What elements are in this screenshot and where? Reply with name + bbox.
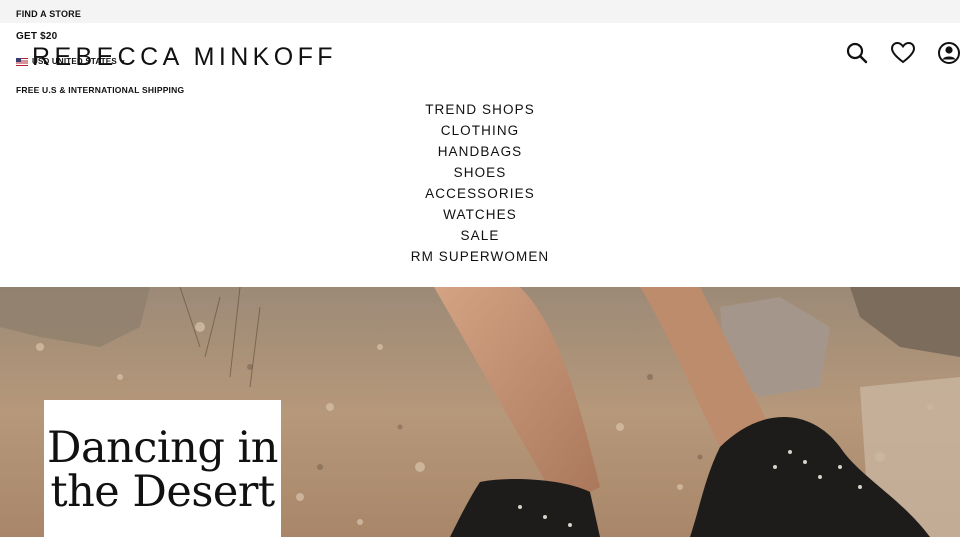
hero-promo-card[interactable]: Dancing in the Desert bbox=[44, 400, 281, 537]
find-a-store-link[interactable]: FIND A STORE bbox=[16, 9, 81, 19]
nav-item-accessories[interactable]: ACCESSORIES bbox=[425, 183, 535, 204]
nav-item-rm-superwomen[interactable]: RM SUPERWOMEN bbox=[411, 246, 550, 267]
hero-banner[interactable]: Dancing in the Desert bbox=[0, 287, 960, 537]
nav-item-watches[interactable]: WATCHES bbox=[443, 204, 517, 225]
us-flag-icon bbox=[16, 57, 28, 66]
locale-selector[interactable]: USD UNITED STATES ▾ bbox=[16, 57, 125, 66]
nav-item-trend-shops[interactable]: TREND SHOPS bbox=[425, 99, 535, 120]
search-icon[interactable] bbox=[844, 40, 870, 66]
get-20-promo-link[interactable]: GET $20 bbox=[16, 31, 57, 42]
caret-down-icon: ▾ bbox=[120, 58, 125, 66]
nav-item-clothing[interactable]: CLOTHING bbox=[441, 120, 520, 141]
nav-item-handbags[interactable]: HANDBAGS bbox=[438, 141, 523, 162]
nav-item-sale[interactable]: SALE bbox=[461, 225, 500, 246]
top-utility-bar: FIND A STORE bbox=[0, 0, 960, 23]
heart-icon[interactable] bbox=[890, 40, 916, 66]
main-navigation: TREND SHOPS CLOTHING HANDBAGS SHOES ACCE… bbox=[0, 99, 960, 267]
locale-label: USD UNITED STATES bbox=[32, 57, 117, 66]
hero-headline: Dancing in the Desert bbox=[47, 423, 278, 517]
free-shipping-banner: FREE U.S & INTERNATIONAL SHIPPING bbox=[16, 85, 185, 95]
nav-item-shoes[interactable]: SHOES bbox=[454, 162, 507, 183]
account-icon[interactable] bbox=[936, 40, 960, 66]
